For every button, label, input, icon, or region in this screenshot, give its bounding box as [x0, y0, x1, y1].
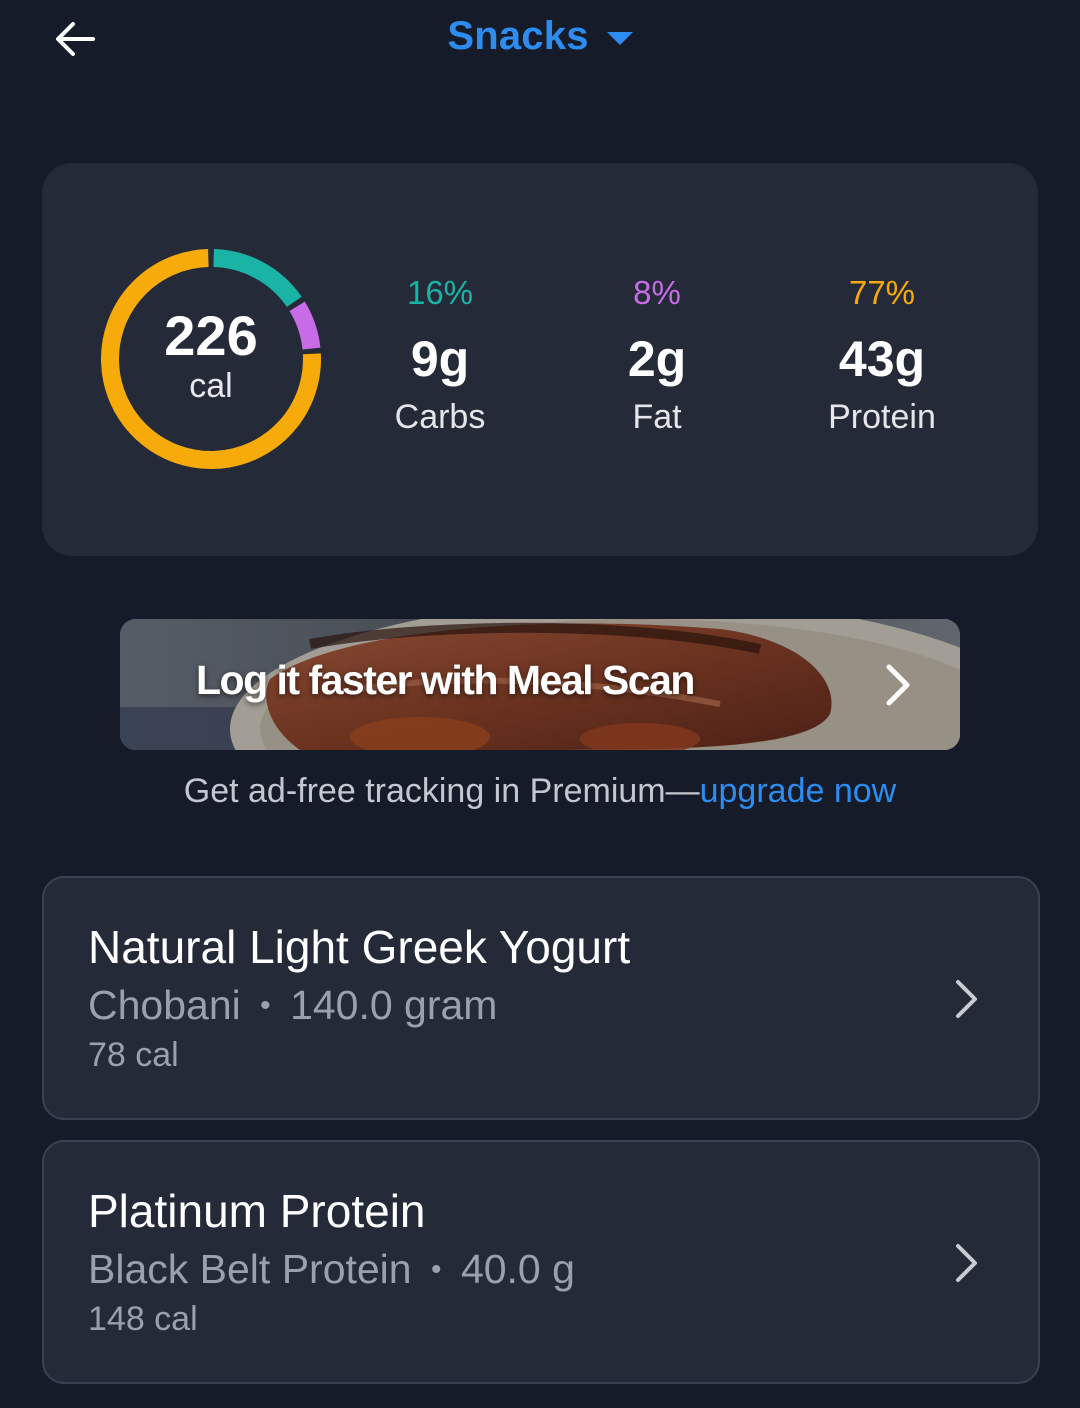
calorie-ring: 226 cal [99, 247, 323, 471]
top-bar: Snacks [0, 0, 1080, 80]
food-brand: Chobani [88, 982, 241, 1028]
macro-protein: 77% 43g Protein [772, 273, 992, 437]
nutrition-summary-card: 226 cal 16% 9g Carbs 8% 2g Fat 77% 43g P… [42, 163, 1038, 556]
separator-dot: • [260, 989, 271, 1022]
food-name: Natural Light Greek Yogurt [88, 921, 631, 973]
macro-carbs-label: Carbs [394, 398, 486, 436]
caret-down-icon [606, 32, 633, 45]
macro-fat-percent: 8% [633, 274, 681, 311]
premium-text: Get ad-free tracking in Premium— [183, 772, 700, 810]
chevron-right-icon [886, 664, 910, 706]
macro-carbs-percent: 16% [406, 274, 474, 311]
calorie-total: 226 cal [99, 247, 323, 471]
macro-carbs-grams: 9g [410, 331, 470, 387]
macro-fat-label: Fat [632, 398, 682, 436]
calorie-value: 226 [164, 304, 258, 367]
chevron-right-icon [956, 1244, 977, 1282]
food-brand-serving: Black Belt Protein • 40.0 g [88, 1246, 575, 1293]
upgrade-now-link[interactable]: upgrade now [700, 772, 897, 810]
food-brand-serving: Chobani • 140.0 gram [88, 982, 497, 1029]
separator-dot: • [431, 1253, 442, 1286]
calorie-unit: cal [189, 367, 233, 405]
macro-protein-label: Protein [828, 398, 936, 436]
macro-fat: 8% 2g Fat [547, 273, 767, 437]
food-calories: 78 cal [88, 1036, 179, 1074]
macro-protein-grams: 43g [838, 331, 926, 387]
ad-headline: Log it faster with Meal Scan [196, 657, 695, 703]
food-serving: 40.0 g [460, 1246, 575, 1292]
food-brand: Black Belt Protein [88, 1246, 412, 1292]
food-item[interactable]: Platinum Protein Black Belt Protein • 40… [42, 1140, 1040, 1384]
food-name: Platinum Protein [88, 1185, 426, 1237]
premium-upsell: Get ad-free tracking in Premium—upgrade … [0, 772, 1080, 811]
food-calories: 148 cal [88, 1300, 198, 1338]
food-serving: 140.0 gram [290, 982, 498, 1028]
macro-carbs: 16% 9g Carbs [330, 273, 550, 437]
meal-selector-dropdown[interactable]: Snacks [0, 14, 1080, 59]
chevron-right-icon [956, 980, 977, 1018]
page-title: Snacks [447, 14, 589, 58]
macro-protein-percent: 77% [848, 274, 916, 311]
meal-scan-ad-banner[interactable]: Log it faster with Meal Scan [120, 619, 960, 750]
food-item[interactable]: Natural Light Greek Yogurt Chobani • 140… [42, 876, 1040, 1120]
macro-fat-grams: 2g [627, 331, 687, 387]
